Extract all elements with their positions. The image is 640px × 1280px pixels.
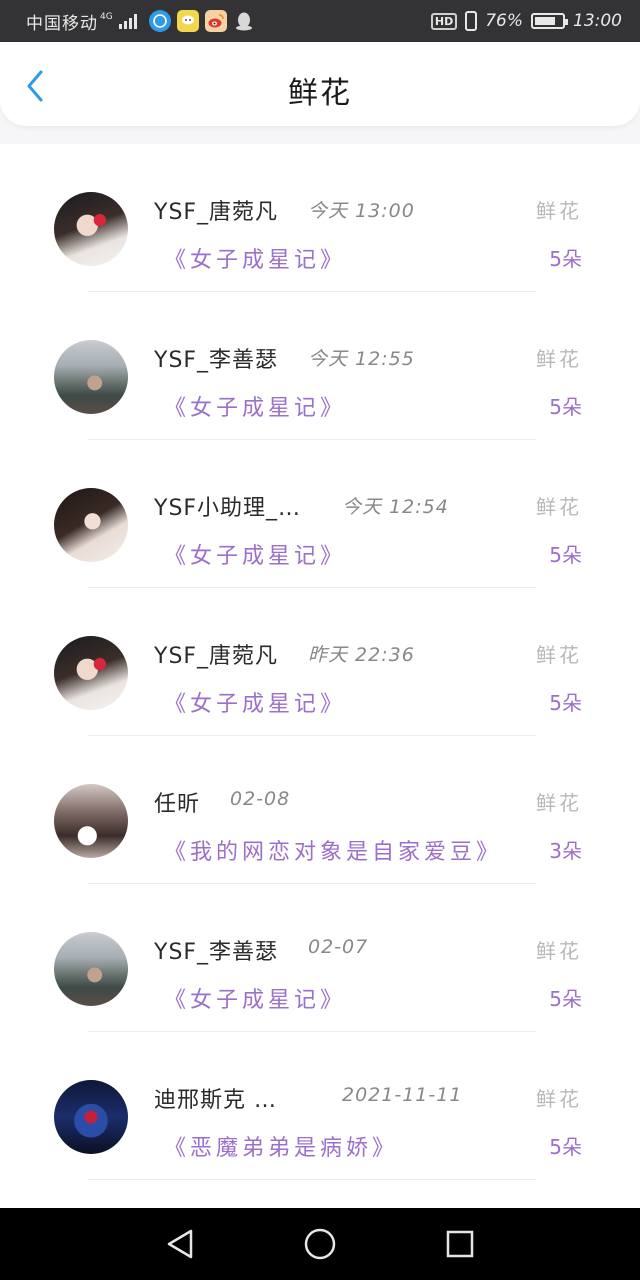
list-item[interactable]: 任昕 02-08 鲜花 《我的网恋对象是自家爱豆》 3朵 — [0, 736, 640, 884]
divider — [88, 1179, 536, 1180]
chat-app-icon — [176, 10, 199, 32]
flower-record-list: YSF_唐菀凡 今天 13:00 鲜花 《女子成星记》 5朵 YSF_李善瑟 今… — [0, 144, 640, 1208]
avatar[interactable] — [54, 1080, 128, 1154]
recents-square-icon — [446, 1230, 474, 1258]
user-name: YSF_唐菀凡 — [154, 200, 279, 225]
book-title[interactable]: 《女子成星记》 — [164, 242, 346, 274]
nav-back-button[interactable] — [158, 1222, 202, 1266]
gift-type: 鲜花 — [536, 347, 582, 371]
gift-count: 5朵 — [549, 1135, 582, 1159]
carrier-name: 中国移动 — [26, 13, 98, 34]
user-name: YSF_李善瑟 — [154, 348, 279, 373]
weibo-icon — [204, 10, 227, 32]
gift-count: 5朵 — [549, 691, 582, 715]
compass-app-icon — [148, 10, 171, 32]
gift-type: 鲜花 — [536, 495, 582, 519]
avatar[interactable] — [54, 488, 128, 562]
gift-count: 5朵 — [549, 987, 582, 1011]
timestamp: 今天 13:00 — [308, 200, 415, 222]
timestamp: 02-07 — [308, 936, 369, 958]
list-item[interactable]: YSF小助理_… 今天 12:54 鲜花 《女子成星记》 5朵 — [0, 440, 640, 588]
gift-type: 鲜花 — [536, 939, 582, 963]
timestamp: 今天 12:54 — [342, 496, 449, 518]
gift-type: 鲜花 — [536, 1087, 582, 1111]
battery-icon — [531, 13, 568, 29]
book-title[interactable]: 《女子成星记》 — [164, 982, 346, 1014]
avatar[interactable] — [54, 192, 128, 266]
user-name: 任昕 — [154, 792, 201, 817]
user-name: YSF_唐菀凡 — [154, 644, 279, 669]
hd-badge: HD — [430, 12, 458, 30]
gift-type: 鲜花 — [536, 199, 582, 223]
header: 鲜花 — [0, 42, 640, 126]
page-title: 鲜花 — [288, 76, 352, 111]
battery-percent: 76% — [485, 11, 523, 31]
gift-count: 5朵 — [549, 543, 582, 567]
user-name: 迪邢斯克 … — [154, 1088, 277, 1113]
book-title[interactable]: 《恶魔弟弟是病娇》 — [164, 1130, 398, 1162]
list-item[interactable]: YSF_唐菀凡 今天 13:00 鲜花 《女子成星记》 5朵 — [0, 144, 640, 292]
timestamp: 02-08 — [230, 788, 291, 810]
gift-count: 3朵 — [549, 839, 582, 863]
avatar[interactable] — [54, 340, 128, 414]
book-title[interactable]: 《女子成星记》 — [164, 538, 346, 570]
avatar[interactable] — [54, 784, 128, 858]
clock: 13:00 — [573, 11, 622, 31]
list-item[interactable]: 迪邢斯克 … 2021-11-11 鲜花 《恶魔弟弟是病娇》 5朵 — [0, 1032, 640, 1180]
back-triangle-icon — [167, 1229, 193, 1259]
list-item[interactable]: YSF_李善瑟 今天 12:55 鲜花 《女子成星记》 5朵 — [0, 292, 640, 440]
book-title[interactable]: 《女子成星记》 — [164, 686, 346, 718]
gift-count: 5朵 — [549, 247, 582, 271]
gift-type: 鲜花 — [536, 791, 582, 815]
book-title[interactable]: 《我的网恋对象是自家爱豆》 — [164, 834, 502, 866]
list-item[interactable]: YSF_李善瑟 02-07 鲜花 《女子成星记》 5朵 — [0, 884, 640, 1032]
network-type: 4G — [100, 12, 113, 22]
user-name: YSF小助理_… — [154, 496, 302, 521]
status-bar: 中国移动 4G HD 76% 13:00 — [0, 0, 640, 42]
timestamp: 今天 12:55 — [308, 348, 415, 370]
gift-type: 鲜花 — [536, 643, 582, 667]
avatar[interactable] — [54, 636, 128, 710]
avatar[interactable] — [54, 932, 128, 1006]
nav-recents-button[interactable] — [438, 1222, 482, 1266]
timestamp: 昨天 22:36 — [308, 644, 415, 666]
gift-count: 5朵 — [549, 395, 582, 419]
system-nav-bar — [0, 1208, 640, 1280]
nav-home-button[interactable] — [298, 1222, 342, 1266]
vibrate-icon — [465, 11, 478, 31]
book-title[interactable]: 《女子成星记》 — [164, 390, 346, 422]
qq-icon — [233, 10, 255, 32]
list-item[interactable]: YSF_唐菀凡 昨天 22:36 鲜花 《女子成星记》 5朵 — [0, 588, 640, 736]
user-name: YSF_李善瑟 — [154, 940, 279, 965]
home-circle-icon — [304, 1228, 336, 1260]
signal-icon — [118, 13, 137, 29]
timestamp: 2021-11-11 — [342, 1084, 463, 1106]
